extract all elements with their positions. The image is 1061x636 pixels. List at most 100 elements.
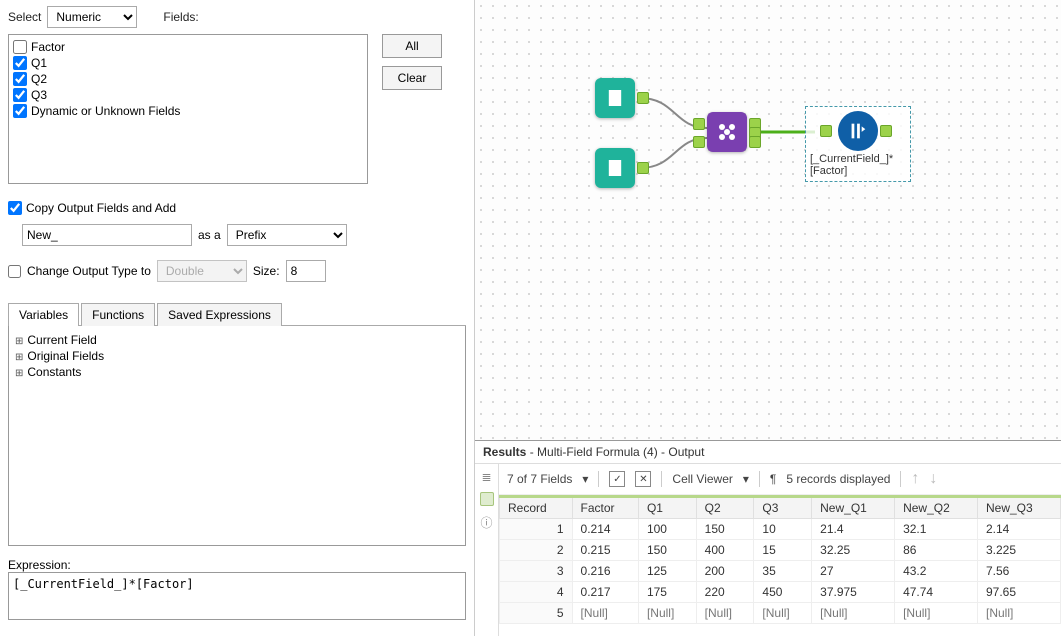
arrow-down-icon[interactable]: ↓ (929, 470, 937, 488)
dropdown-icon[interactable]: ▾ (582, 472, 588, 486)
table-row[interactable]: 30.216125200352743.27.56 (500, 561, 1061, 582)
table-cell[interactable]: 97.65 (977, 582, 1060, 603)
output-anchor[interactable] (637, 162, 649, 174)
table-cell[interactable]: 0.216 (572, 561, 638, 582)
table-cell[interactable]: 175 (638, 582, 696, 603)
fields-listbox[interactable]: FactorQ1Q2Q3Dynamic or Unknown Fields (8, 34, 368, 184)
table-cell[interactable]: 0.214 (572, 519, 638, 540)
table-row[interactable]: 20.2151504001532.25863.225 (500, 540, 1061, 561)
info-icon[interactable]: ⓘ (480, 514, 492, 531)
field-checkbox[interactable] (13, 104, 27, 118)
variables-tree[interactable]: Current FieldOriginal FieldsConstants (8, 326, 466, 546)
prefix-suffix-dropdown[interactable]: Prefix (227, 224, 347, 246)
list-view-icon[interactable]: ≣ (481, 470, 491, 484)
table-row[interactable]: 40.21717522045037.97547.7497.65 (500, 582, 1061, 603)
tree-item[interactable]: Constants (15, 364, 459, 380)
table-cell[interactable]: 5 (500, 603, 573, 624)
field-item[interactable]: Q3 (13, 87, 363, 103)
field-item[interactable]: Dynamic or Unknown Fields (13, 103, 363, 119)
size-input[interactable] (286, 260, 326, 282)
table-cell[interactable]: 32.25 (812, 540, 895, 561)
input-anchor-l[interactable] (693, 118, 705, 130)
table-header[interactable]: Q1 (638, 497, 696, 519)
table-cell[interactable]: [Null] (895, 603, 978, 624)
field-checkbox[interactable] (13, 56, 27, 70)
change-type-checkbox[interactable] (8, 265, 21, 278)
field-item[interactable]: Factor (13, 39, 363, 55)
table-row[interactable]: 10.2141001501021.432.12.14 (500, 519, 1061, 540)
input-anchor-r[interactable] (693, 136, 705, 148)
output-anchor[interactable] (880, 125, 892, 137)
table-cell[interactable]: 220 (696, 582, 754, 603)
select-type-dropdown[interactable]: Numeric (47, 6, 137, 28)
table-cell[interactable]: 400 (696, 540, 754, 561)
table-header[interactable]: Q3 (754, 497, 812, 519)
table-cell[interactable]: 100 (638, 519, 696, 540)
table-cell[interactable]: 37.975 (812, 582, 895, 603)
table-cell[interactable]: [Null] (696, 603, 754, 624)
prefix-input[interactable] (22, 224, 192, 246)
table-header[interactable]: Record (500, 497, 573, 519)
output-anchor-icon[interactable] (480, 492, 494, 506)
table-cell[interactable]: 43.2 (895, 561, 978, 582)
join-node[interactable] (707, 112, 747, 152)
table-cell[interactable]: 4 (500, 582, 573, 603)
table-header[interactable]: New_Q1 (812, 497, 895, 519)
table-cell[interactable]: 150 (696, 519, 754, 540)
table-cell[interactable]: 3.225 (977, 540, 1060, 561)
table-cell[interactable]: 200 (696, 561, 754, 582)
table-header[interactable]: New_Q3 (977, 497, 1060, 519)
table-cell[interactable]: 32.1 (895, 519, 978, 540)
table-cell[interactable]: 7.56 (977, 561, 1060, 582)
table-cell[interactable]: 2 (500, 540, 573, 561)
tree-item[interactable]: Original Fields (15, 348, 459, 364)
table-cell[interactable]: 150 (638, 540, 696, 561)
table-row[interactable]: 5[Null][Null][Null][Null][Null][Null][Nu… (500, 603, 1061, 624)
table-cell[interactable]: 2.14 (977, 519, 1060, 540)
table-header[interactable]: New_Q2 (895, 497, 978, 519)
check-icon[interactable]: ✓ (609, 471, 625, 487)
tab-variables[interactable]: Variables (8, 303, 79, 326)
table-cell[interactable]: 10 (754, 519, 812, 540)
input-anchor[interactable] (820, 125, 832, 137)
field-checkbox[interactable] (13, 40, 27, 54)
table-cell[interactable]: 3 (500, 561, 573, 582)
field-checkbox[interactable] (13, 88, 27, 102)
all-button[interactable]: All (382, 34, 442, 58)
copy-output-checkbox[interactable] (8, 201, 22, 215)
fields-summary[interactable]: 7 of 7 Fields (507, 472, 572, 486)
tree-item[interactable]: Current Field (15, 332, 459, 348)
table-cell[interactable]: 1 (500, 519, 573, 540)
field-item[interactable]: Q1 (13, 55, 363, 71)
output-anchor[interactable] (637, 92, 649, 104)
table-cell[interactable]: 0.215 (572, 540, 638, 561)
cell-viewer-label[interactable]: Cell Viewer (672, 472, 732, 486)
table-cell[interactable]: [Null] (638, 603, 696, 624)
input-node-1[interactable] (595, 78, 635, 118)
field-checkbox[interactable] (13, 72, 27, 86)
table-cell[interactable]: 86 (895, 540, 978, 561)
workflow-canvas[interactable]: [_CurrentField_]*[Factor] (475, 0, 1061, 440)
table-cell[interactable]: [Null] (754, 603, 812, 624)
expression-editor[interactable]: [_CurrentField_]*[Factor] (8, 572, 466, 620)
input-node-2[interactable] (595, 148, 635, 188)
paragraph-icon[interactable]: ¶ (770, 472, 776, 486)
table-header[interactable]: Factor (572, 497, 638, 519)
results-table[interactable]: RecordFactorQ1Q2Q3New_Q1New_Q2New_Q3 10.… (499, 495, 1061, 624)
table-cell[interactable]: 47.74 (895, 582, 978, 603)
close-icon[interactable]: ✕ (635, 471, 651, 487)
tab-functions[interactable]: Functions (81, 303, 155, 326)
table-cell[interactable]: 450 (754, 582, 812, 603)
dropdown-icon[interactable]: ▾ (743, 472, 749, 486)
table-cell[interactable]: [Null] (572, 603, 638, 624)
field-item[interactable]: Q2 (13, 71, 363, 87)
output-anchor-r[interactable] (749, 136, 761, 148)
table-cell[interactable]: [Null] (977, 603, 1060, 624)
table-cell[interactable]: 0.217 (572, 582, 638, 603)
table-cell[interactable]: 27 (812, 561, 895, 582)
tab-saved-expressions[interactable]: Saved Expressions (157, 303, 282, 326)
multi-field-formula-node[interactable]: [_CurrentField_]*[Factor] (805, 106, 911, 182)
table-cell[interactable]: 125 (638, 561, 696, 582)
table-cell[interactable]: 15 (754, 540, 812, 561)
table-cell[interactable]: 21.4 (812, 519, 895, 540)
